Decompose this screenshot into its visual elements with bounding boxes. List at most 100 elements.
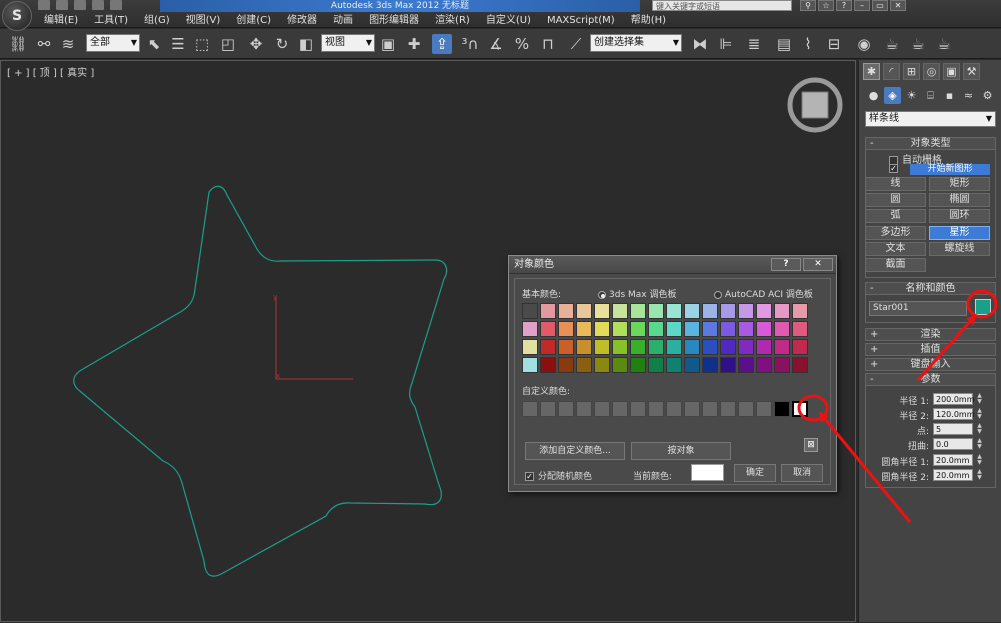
- help-icon[interactable]: ?: [836, 0, 852, 11]
- custom-color-cell[interactable]: [666, 401, 682, 417]
- save-file-icon[interactable]: [74, 0, 86, 10]
- palette-color-cell[interactable]: [522, 303, 538, 319]
- start-new-shape-checkbox[interactable]: ✓: [889, 163, 902, 174]
- custom-color-cell[interactable]: [738, 401, 754, 417]
- snaps-toggle-icon[interactable]: ³∩: [460, 34, 480, 54]
- fillet-radius2-input[interactable]: 20.0mm: [933, 469, 973, 481]
- utilities-tab-icon[interactable]: ⚒: [963, 63, 980, 80]
- interpolation-rollout-header[interactable]: + 插值: [865, 343, 996, 356]
- menu-rendering[interactable]: 渲染(R): [427, 13, 478, 28]
- palette-color-cell[interactable]: [774, 303, 790, 319]
- checkbox-checked[interactable]: ✓: [889, 163, 898, 173]
- create-tab-icon[interactable]: ✱: [863, 63, 880, 80]
- space-warps-icon[interactable]: ≈: [960, 87, 977, 104]
- palette-color-cell[interactable]: [720, 357, 736, 373]
- palette-color-cell[interactable]: [576, 321, 592, 337]
- palette-color-cell[interactable]: [720, 321, 736, 337]
- systems-icon[interactable]: ⚙: [979, 87, 996, 104]
- select-by-name-icon[interactable]: ☰: [168, 34, 188, 54]
- menu-graph-editors[interactable]: 图形编辑器: [361, 13, 427, 28]
- eyedropper-icon[interactable]: ⊠: [804, 438, 818, 452]
- palette-color-cell[interactable]: [720, 339, 736, 355]
- palette-color-cell[interactable]: [522, 339, 538, 355]
- dialog-help-button[interactable]: ?: [771, 258, 801, 271]
- radio-selected[interactable]: [598, 290, 606, 299]
- circle-button[interactable]: 圆: [865, 193, 926, 207]
- palette-color-cell[interactable]: [540, 357, 556, 373]
- cameras-icon[interactable]: ⌸: [922, 87, 939, 104]
- palette-color-cell[interactable]: [666, 357, 682, 373]
- spinner-icon[interactable]: ▲ ▼: [976, 469, 983, 481]
- palette-color-cell[interactable]: [738, 357, 754, 373]
- menu-modifiers[interactable]: 修改器: [279, 13, 325, 28]
- by-object-button[interactable]: 按对象: [631, 442, 731, 460]
- palette-color-cell[interactable]: [612, 357, 628, 373]
- palette-color-cell[interactable]: [684, 357, 700, 373]
- fillet-radius1-input[interactable]: 20.0mm: [933, 454, 973, 466]
- mirror-icon[interactable]: ⧓: [690, 34, 710, 54]
- helix-button[interactable]: 螺旋线: [929, 242, 990, 256]
- binoculars-icon[interactable]: ⚲: [800, 0, 816, 11]
- palette-color-cell[interactable]: [684, 321, 700, 337]
- palette-color-cell[interactable]: [648, 357, 664, 373]
- layer-manager-icon[interactable]: ≣: [744, 34, 764, 54]
- render-production-icon[interactable]: ☕: [934, 34, 954, 54]
- palette-color-cell[interactable]: [540, 321, 556, 337]
- start-new-shape-button[interactable]: 开始新图形: [910, 164, 990, 175]
- custom-color-cell[interactable]: [702, 401, 718, 417]
- palette-max-radio[interactable]: 3ds Max 调色板: [598, 287, 676, 300]
- menu-tools[interactable]: 工具(T): [86, 13, 136, 28]
- move-icon[interactable]: ✥: [246, 34, 266, 54]
- palette-color-cell[interactable]: [558, 303, 574, 319]
- link-icon[interactable]: ⛓: [8, 34, 28, 54]
- palette-color-cell[interactable]: [594, 321, 610, 337]
- render-setup-icon[interactable]: ☕: [882, 34, 902, 54]
- hierarchy-tab-icon[interactable]: ⊞: [903, 63, 920, 80]
- palette-aci-radio[interactable]: AutoCAD ACI 调色板: [714, 287, 813, 300]
- palette-color-cell[interactable]: [756, 339, 772, 355]
- object-name-input[interactable]: Star001: [869, 301, 967, 316]
- spinner-icon[interactable]: ▲ ▼: [976, 408, 983, 420]
- palette-color-cell[interactable]: [594, 339, 610, 355]
- helpers-icon[interactable]: ▪: [941, 87, 958, 104]
- geometry-icon[interactable]: ●: [865, 87, 882, 104]
- rendered-frame-icon[interactable]: ☕: [908, 34, 928, 54]
- spinner-snap-icon[interactable]: ⊓: [538, 34, 558, 54]
- palette-color-cell[interactable]: [630, 357, 646, 373]
- ngon-button[interactable]: 多边形: [865, 226, 926, 240]
- menu-group[interactable]: 组(G): [136, 13, 178, 28]
- line-button[interactable]: 线: [865, 177, 926, 191]
- open-file-icon[interactable]: [56, 0, 68, 10]
- display-tab-icon[interactable]: ▣: [943, 63, 960, 80]
- ellipse-button[interactable]: 椭圆: [929, 193, 990, 207]
- schematic-view-icon[interactable]: ⊟: [824, 34, 844, 54]
- align-icon[interactable]: ⊫: [716, 34, 736, 54]
- palette-color-cell[interactable]: [792, 357, 808, 373]
- palette-color-cell[interactable]: [756, 303, 772, 319]
- keyboard-entry-rollout-header[interactable]: + 键盘输入: [865, 358, 996, 371]
- star-spline[interactable]: [73, 185, 448, 577]
- menu-animation[interactable]: 动画: [325, 13, 361, 28]
- object-color-swatch[interactable]: [975, 299, 991, 315]
- palette-color-cell[interactable]: [666, 303, 682, 319]
- palette-color-cell[interactable]: [576, 303, 592, 319]
- window-crossing-icon[interactable]: ◰: [218, 34, 238, 54]
- ok-button[interactable]: 确定: [734, 464, 776, 482]
- palette-color-cell[interactable]: [738, 339, 754, 355]
- palette-color-cell[interactable]: [792, 321, 808, 337]
- palette-color-cell[interactable]: [702, 303, 718, 319]
- menu-create[interactable]: 创建(C): [228, 13, 279, 28]
- palette-color-cell[interactable]: [792, 303, 808, 319]
- checkbox-checked[interactable]: ✓: [525, 472, 534, 481]
- selection-filter-dropdown[interactable]: 全部 ▼: [86, 34, 140, 52]
- palette-color-cell[interactable]: [576, 357, 592, 373]
- palette-color-cell[interactable]: [684, 303, 700, 319]
- radius2-input[interactable]: 120.0mm: [933, 408, 975, 420]
- palette-color-cell[interactable]: [648, 321, 664, 337]
- menu-maxscript[interactable]: MAXScript(M): [539, 13, 623, 28]
- section-button[interactable]: 截面: [865, 258, 926, 272]
- spinner-icon[interactable]: ▲ ▼: [976, 438, 983, 450]
- dialog-close-button[interactable]: ✕: [803, 258, 833, 271]
- rectangle-button[interactable]: 矩形: [929, 177, 990, 191]
- select-object-icon[interactable]: ⬉: [144, 34, 164, 54]
